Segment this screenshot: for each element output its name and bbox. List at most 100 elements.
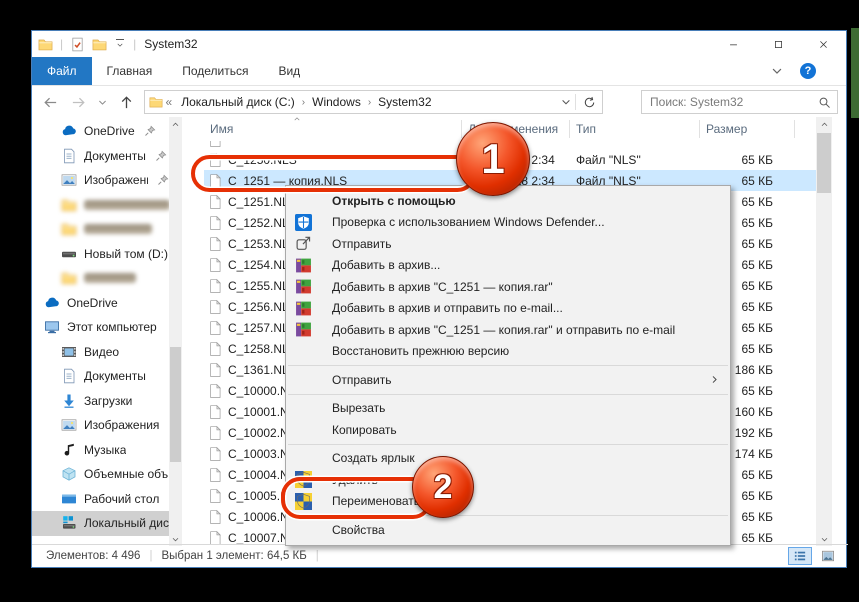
scroll-up-icon[interactable] <box>816 117 832 131</box>
tab-Поделиться[interactable]: Поделиться <box>167 57 263 85</box>
sidebar-item-этот-компьютер[interactable]: Этот компьютер <box>32 315 169 340</box>
column-headers: ИмяДата измененияТипРазмер <box>204 117 848 141</box>
rar-icon <box>295 300 312 317</box>
sidebar-item-изображения[interactable]: Изображения <box>32 413 169 438</box>
address-dropdown-icon[interactable] <box>560 96 572 108</box>
context-menu-item-отправить[interactable]: Отправить <box>286 233 730 255</box>
context-menu-item-проверка-с-использованием-windows-defender[interactable]: Проверка с использованием Windows Defend… <box>286 212 730 234</box>
column-header-1[interactable]: Имя <box>204 120 461 138</box>
annotation-step-2-badge: 2 <box>412 456 474 518</box>
sidebar-item-изображени[interactable]: Изображени <box>32 168 169 193</box>
scrollbar-thumb[interactable] <box>170 347 181 462</box>
details-view-button[interactable] <box>788 547 812 565</box>
breadcrumb: Локальный диск (C:)›Windows›System32 <box>175 95 437 109</box>
sidebar-item-blurred[interactable] <box>32 217 169 242</box>
sidebar-item-документы[interactable]: Документы <box>32 144 169 169</box>
context-menu-item-вырезать[interactable]: Вырезать <box>286 398 730 420</box>
file-size: 65 КБ <box>699 153 795 167</box>
sidebar-item-новый-том-d-[interactable]: Новый том (D:) <box>32 242 169 267</box>
pin-icon <box>144 125 156 137</box>
submenu-arrow-icon <box>709 374 720 385</box>
column-header-3[interactable]: Тип <box>569 120 699 138</box>
selection-info: Выбран 1 элемент: 64,5 КБ <box>161 550 306 562</box>
sidebar-item-загрузки[interactable]: Загрузки <box>32 389 169 414</box>
file-name: C_1251.NL <box>228 195 289 209</box>
breadcrumb-item[interactable]: Локальный диск (C:) <box>175 95 301 109</box>
sidebar-scrollbar[interactable] <box>169 117 182 546</box>
window-controls <box>711 31 846 57</box>
context-menu-item-восстановить-прежнюю-версию[interactable]: Восстановить прежнюю версию <box>286 341 730 363</box>
sidebar-item-видео[interactable]: Видео <box>32 340 169 365</box>
tab-Файл[interactable]: Файл <box>32 57 92 85</box>
sidebar-item-blurred[interactable] <box>32 193 169 218</box>
file-name: C_10004.N <box>228 468 289 482</box>
help-button[interactable]: ? <box>800 63 816 79</box>
context-menu-item-копировать[interactable]: Копировать <box>286 419 730 441</box>
tab-Главная[interactable]: Главная <box>92 57 168 85</box>
recent-locations-icon[interactable] <box>96 91 110 113</box>
expand-ribbon-icon[interactable] <box>770 64 784 78</box>
context-menu-item-добавить-в-архив-c-1251-копия-rar-и-отправить-по-e-mail[interactable]: Добавить в архив "C_1251 — копия.rar" и … <box>286 319 730 341</box>
sidebar-item-документы[interactable]: Документы <box>32 364 169 389</box>
thumbnails-view-button[interactable] <box>816 547 840 565</box>
title-bar: | | System32 <box>32 31 846 57</box>
rar-icon <box>295 278 312 295</box>
sidebar-item-музыка[interactable]: Музыка <box>32 438 169 463</box>
sidebar-item-onedrive[interactable]: OneDrive <box>32 291 169 316</box>
breadcrumb-item[interactable]: System32 <box>372 95 437 109</box>
file-name: C_1255.NL <box>228 279 289 293</box>
scroll-up-icon[interactable] <box>169 117 182 131</box>
file-name: C_10006.N <box>228 510 289 524</box>
menu-separator <box>288 365 728 366</box>
rar-icon <box>295 321 312 338</box>
quick-access-toolbar: | | <box>38 37 136 52</box>
close-button[interactable] <box>801 31 846 57</box>
file-name: C_1361.NL <box>228 363 289 377</box>
menu-separator <box>288 394 728 395</box>
search-icon[interactable] <box>818 96 831 109</box>
pin-icon <box>157 174 169 186</box>
context-menu-item-добавить-в-архив-c-1251-копия-rar[interactable]: Добавить в архив "C_1251 — копия.rar" <box>286 276 730 298</box>
new-folder-quick-icon[interactable] <box>92 37 107 52</box>
search-input[interactable] <box>648 94 818 110</box>
items-count: Элементов: 4 496 <box>46 550 140 562</box>
forward-button[interactable] <box>68 91 90 113</box>
context-menu-item-свойства[interactable]: Свойства <box>286 519 730 541</box>
annotation-oval-rename <box>281 477 432 519</box>
maximize-button[interactable] <box>756 31 801 57</box>
minimize-button[interactable] <box>711 31 756 57</box>
column-header-4[interactable]: Размер <box>699 120 795 138</box>
navigation-toolbar: « Локальный диск (C:)›Windows›System32 <box>32 86 846 118</box>
navigation-pane: OneDriveДокументыИзображениНовый том (D:… <box>32 117 182 546</box>
file-name: C_10005.N <box>228 489 289 503</box>
context-menu-item-отправить[interactable]: Отправить <box>286 369 730 391</box>
sidebar-item-рабочий-стол[interactable]: Рабочий стол <box>32 487 169 512</box>
refresh-icon[interactable] <box>583 96 596 109</box>
breadcrumb-item[interactable]: Windows <box>306 95 367 109</box>
context-menu-item-открыть-с-помощью[interactable]: Открыть с помощью <box>286 190 730 212</box>
context-menu-item-создать-ярлык[interactable]: Создать ярлык <box>286 448 730 470</box>
customize-quick-access-icon[interactable] <box>114 39 126 49</box>
window-title: System32 <box>144 37 197 51</box>
context-menu-item-добавить-в-архив[interactable]: Добавить в архив... <box>286 255 730 277</box>
file-list-scrollbar[interactable] <box>816 117 832 546</box>
menu-item-label: Открыть с помощью <box>332 194 456 208</box>
breadcrumb-prefix: « <box>163 95 176 109</box>
scrollbar-thumb[interactable] <box>817 133 831 193</box>
sort-ascending-icon <box>292 115 302 123</box>
sidebar-item-onedrive[interactable]: OneDrive <box>32 119 169 144</box>
context-menu-item-добавить-в-архив-и-отправить-по-e-mail[interactable]: Добавить в архив и отправить по e-mail..… <box>286 298 730 320</box>
file-name: C_10002.N <box>228 426 289 440</box>
sidebar-item-blurred[interactable] <box>32 266 169 291</box>
address-bar[interactable]: « Локальный диск (C:)›Windows›System32 <box>144 90 603 114</box>
search-box[interactable] <box>641 90 838 114</box>
properties-quick-icon[interactable] <box>70 37 85 52</box>
menu-item-label: Свойства <box>332 523 385 537</box>
sidebar-item-объемные-объ[interactable]: Объемные объ <box>32 462 169 487</box>
annotation-oval-selected-file <box>191 155 476 192</box>
menu-item-label: Восстановить прежнюю версию <box>332 344 509 358</box>
sidebar-item-локальный-дис[interactable]: Локальный дис <box>32 511 169 536</box>
back-button[interactable] <box>40 91 62 113</box>
up-button[interactable] <box>116 91 138 113</box>
tab-Вид[interactable]: Вид <box>263 57 315 85</box>
